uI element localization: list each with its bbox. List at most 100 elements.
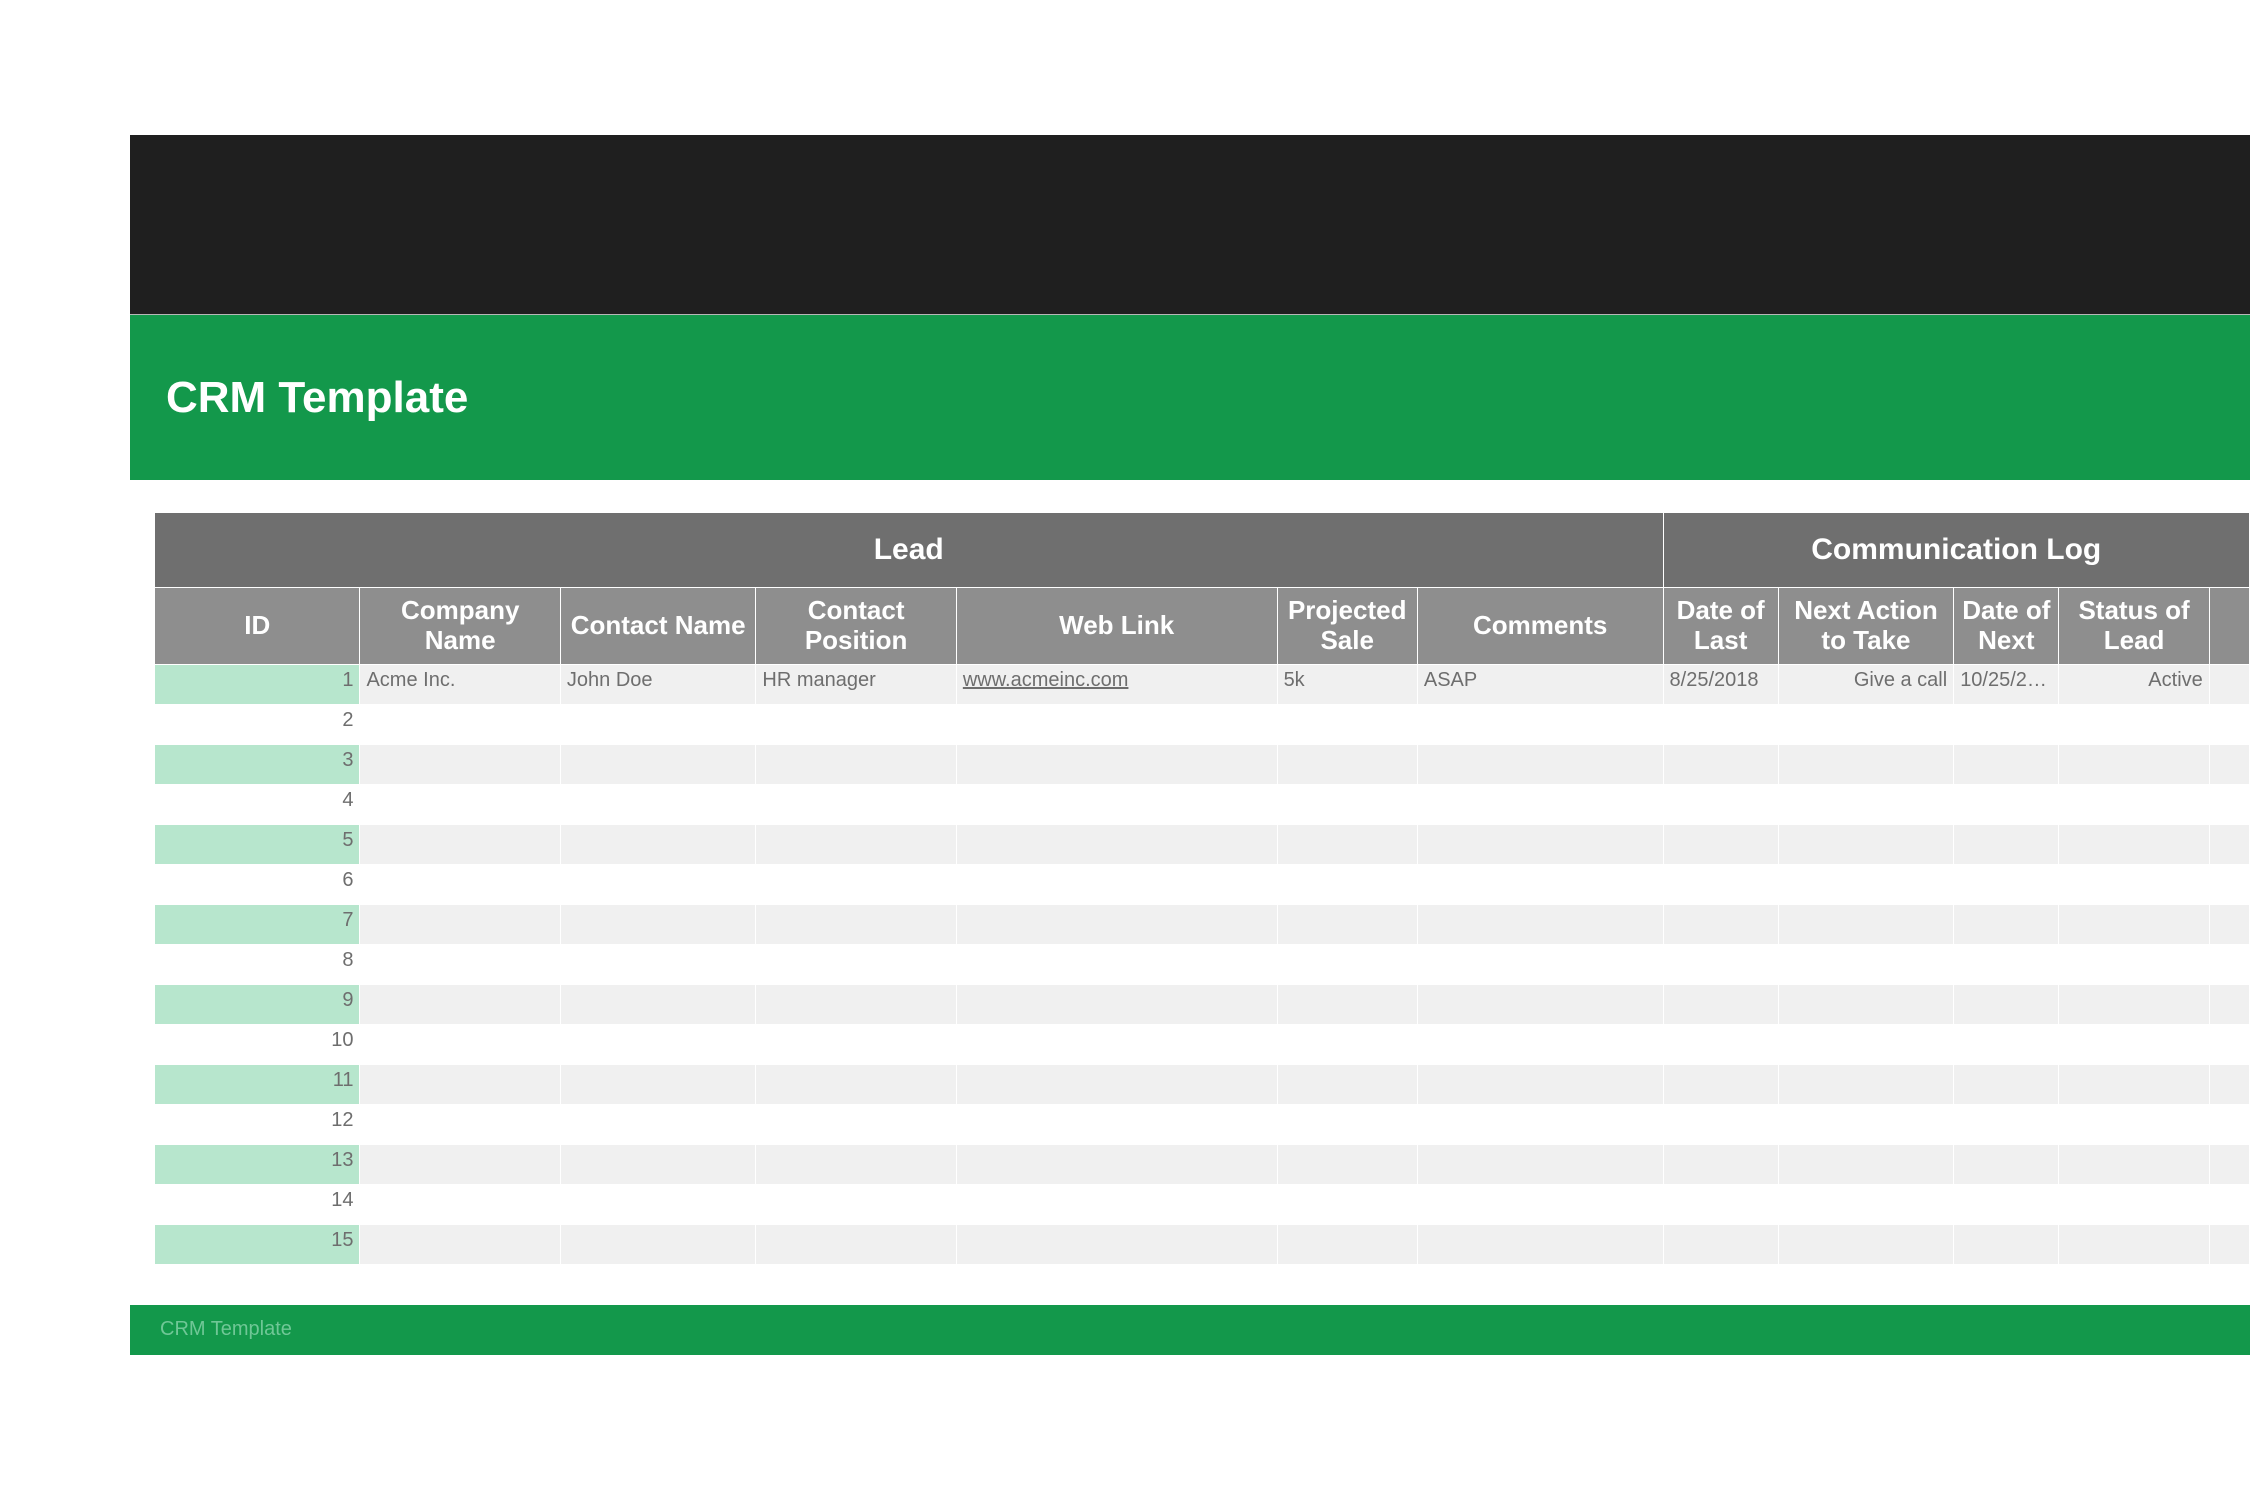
table-row[interactable]: 9: [155, 984, 2250, 1024]
cell-position[interactable]: HR manager: [756, 664, 956, 704]
cell-projected[interactable]: [1277, 984, 1417, 1024]
cell-company[interactable]: [360, 1064, 560, 1104]
cell-next-action[interactable]: [1778, 1144, 1953, 1184]
cell-next-action[interactable]: [1778, 824, 1953, 864]
cell-extra[interactable]: [2209, 984, 2249, 1024]
cell-date-next[interactable]: [1954, 1104, 2059, 1144]
cell-web[interactable]: [956, 944, 1277, 984]
cell-next-action[interactable]: [1778, 864, 1953, 904]
cell-projected[interactable]: [1277, 1144, 1417, 1184]
cell-contact[interactable]: [560, 1224, 755, 1264]
cell-next-action[interactable]: Give a call: [1778, 664, 1953, 704]
cell-id[interactable]: 11: [155, 1064, 360, 1104]
cell-comments[interactable]: [1417, 1224, 1663, 1264]
cell-status[interactable]: [2059, 704, 2209, 744]
cell-id[interactable]: 12: [155, 1104, 360, 1144]
cell-id[interactable]: 10: [155, 1024, 360, 1064]
cell-position[interactable]: [756, 1144, 956, 1184]
cell-status[interactable]: [2059, 1144, 2209, 1184]
cell-company[interactable]: [360, 744, 560, 784]
table-row[interactable]: 3: [155, 744, 2250, 784]
cell-date-last[interactable]: [1663, 1224, 1778, 1264]
cell-web[interactable]: [956, 824, 1277, 864]
cell-company[interactable]: [360, 944, 560, 984]
cell-extra[interactable]: [2209, 864, 2249, 904]
cell-contact[interactable]: [560, 1184, 755, 1224]
cell-projected[interactable]: [1277, 744, 1417, 784]
cell-id[interactable]: 2: [155, 704, 360, 744]
cell-status[interactable]: [2059, 984, 2209, 1024]
cell-web[interactable]: [956, 704, 1277, 744]
cell-contact[interactable]: [560, 864, 755, 904]
cell-date-next[interactable]: [1954, 784, 2059, 824]
cell-status[interactable]: [2059, 1224, 2209, 1264]
cell-extra[interactable]: [2209, 944, 2249, 984]
cell-id[interactable]: 5: [155, 824, 360, 864]
cell-extra[interactable]: [2209, 1144, 2249, 1184]
cell-status[interactable]: [2059, 904, 2209, 944]
cell-projected[interactable]: [1277, 1104, 1417, 1144]
cell-comments[interactable]: [1417, 1144, 1663, 1184]
cell-extra[interactable]: [2209, 744, 2249, 784]
cell-contact[interactable]: [560, 704, 755, 744]
cell-web[interactable]: [956, 864, 1277, 904]
cell-extra[interactable]: [2209, 704, 2249, 744]
cell-status[interactable]: [2059, 944, 2209, 984]
cell-contact[interactable]: [560, 824, 755, 864]
cell-next-action[interactable]: [1778, 1224, 1953, 1264]
cell-position[interactable]: [756, 704, 956, 744]
cell-contact[interactable]: [560, 784, 755, 824]
cell-company[interactable]: [360, 824, 560, 864]
cell-next-action[interactable]: [1778, 1064, 1953, 1104]
cell-position[interactable]: [756, 944, 956, 984]
cell-date-last[interactable]: [1663, 744, 1778, 784]
table-row[interactable]: 14: [155, 1184, 2250, 1224]
web-link[interactable]: www.acmeinc.com: [963, 669, 1129, 691]
cell-date-last[interactable]: [1663, 704, 1778, 744]
cell-status[interactable]: [2059, 864, 2209, 904]
cell-comments[interactable]: ASAP: [1417, 664, 1663, 704]
cell-next-action[interactable]: [1778, 944, 1953, 984]
cell-contact[interactable]: [560, 1064, 755, 1104]
cell-status[interactable]: [2059, 1184, 2209, 1224]
cell-position[interactable]: [756, 744, 956, 784]
cell-comments[interactable]: [1417, 944, 1663, 984]
cell-next-action[interactable]: [1778, 1184, 1953, 1224]
cell-projected[interactable]: [1277, 944, 1417, 984]
cell-date-next[interactable]: [1954, 904, 2059, 944]
table-row[interactable]: 6: [155, 864, 2250, 904]
cell-contact[interactable]: [560, 944, 755, 984]
cell-date-next[interactable]: [1954, 824, 2059, 864]
cell-id[interactable]: 7: [155, 904, 360, 944]
table-row[interactable]: 10: [155, 1024, 2250, 1064]
cell-web[interactable]: [956, 1224, 1277, 1264]
cell-contact[interactable]: John Doe: [560, 664, 755, 704]
cell-projected[interactable]: [1277, 704, 1417, 744]
cell-projected[interactable]: [1277, 824, 1417, 864]
cell-projected[interactable]: [1277, 1024, 1417, 1064]
cell-id[interactable]: 6: [155, 864, 360, 904]
cell-date-last[interactable]: [1663, 1184, 1778, 1224]
cell-comments[interactable]: [1417, 784, 1663, 824]
cell-next-action[interactable]: [1778, 744, 1953, 784]
cell-position[interactable]: [756, 824, 956, 864]
cell-date-last[interactable]: [1663, 824, 1778, 864]
cell-status[interactable]: Active: [2059, 664, 2209, 704]
cell-extra[interactable]: [2209, 1224, 2249, 1264]
cell-web[interactable]: [956, 984, 1277, 1024]
cell-projected[interactable]: 5k: [1277, 664, 1417, 704]
cell-id[interactable]: 13: [155, 1144, 360, 1184]
cell-extra[interactable]: [2209, 784, 2249, 824]
table-row[interactable]: 15: [155, 1224, 2250, 1264]
cell-position[interactable]: [756, 1104, 956, 1144]
cell-projected[interactable]: [1277, 864, 1417, 904]
cell-company[interactable]: [360, 704, 560, 744]
cell-contact[interactable]: [560, 744, 755, 784]
cell-projected[interactable]: [1277, 904, 1417, 944]
cell-comments[interactable]: [1417, 1184, 1663, 1224]
cell-id[interactable]: 3: [155, 744, 360, 784]
cell-company[interactable]: [360, 1144, 560, 1184]
cell-extra[interactable]: [2209, 1184, 2249, 1224]
cell-date-last[interactable]: [1663, 864, 1778, 904]
table-row[interactable]: 2: [155, 704, 2250, 744]
